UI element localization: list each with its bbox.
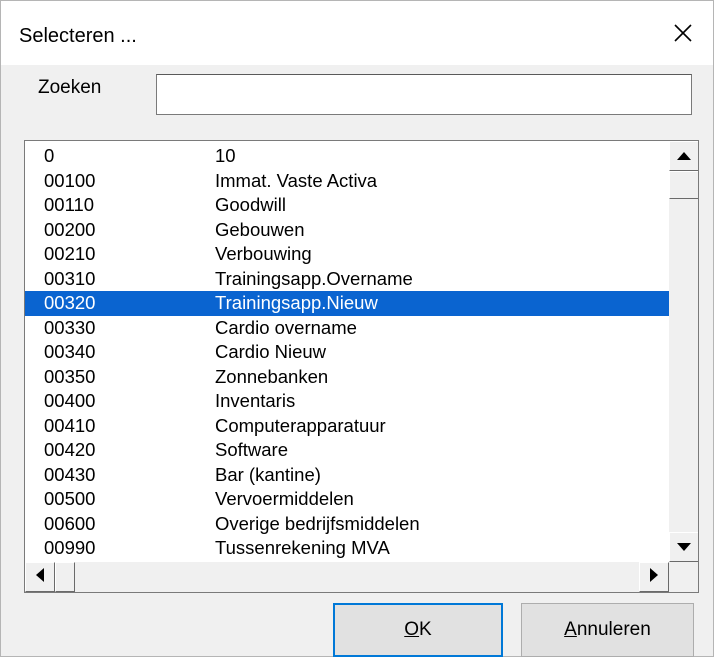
list-item[interactable]: 00350 Zonnebanken (25, 365, 669, 390)
list-item[interactable]: 00330 Cardio overname (25, 316, 669, 341)
arrow-down-icon (677, 538, 691, 556)
account-code: 00350 (44, 365, 96, 387)
list-item[interactable]: 00340 Cardio Nieuw (25, 340, 669, 365)
cancel-button[interactable]: Annuleren (521, 603, 694, 657)
close-icon (674, 24, 692, 42)
account-code: 00110 (44, 194, 95, 215)
account-code: 00990 (44, 537, 96, 558)
list-item[interactable]: 00990 Tussenrekening MVA (25, 536, 669, 561)
list-item[interactable]: 00310 Trainingsapp.Overname (25, 267, 669, 292)
ok-label: K (419, 619, 432, 640)
account-code: 00430 (44, 463, 96, 485)
scroll-up-button[interactable] (669, 141, 698, 171)
account-description: 10 (215, 145, 236, 166)
account-description: Overige bedrijfsmiddelen (215, 512, 420, 534)
scrollbar-corner (669, 562, 698, 592)
account-code: 00600 (44, 512, 96, 534)
vertical-scroll-thumb[interactable] (669, 171, 698, 199)
scroll-right-button[interactable] (639, 562, 669, 592)
horizontal-scroll-thumb[interactable] (55, 562, 75, 592)
cancel-accelerator: A (564, 619, 577, 640)
account-code: 00410 (44, 414, 96, 436)
ok-button[interactable]: OK (333, 603, 503, 657)
list-item[interactable]: 00500 Vervoermiddelen (25, 487, 669, 512)
account-code: 00200 (44, 218, 96, 240)
account-code: 00500 (44, 488, 96, 509)
list-item[interactable]: 00400 Inventaris (25, 389, 669, 414)
list-item[interactable]: 00200 Gebouwen (25, 218, 669, 243)
close-button[interactable] (653, 1, 713, 65)
list-item[interactable]: 00430 Bar (kantine) (25, 463, 669, 488)
ok-accelerator: O (404, 619, 420, 640)
account-description: Tussenrekening MVA (215, 537, 390, 558)
account-description: Verbouwing (215, 243, 312, 264)
account-code: 00330 (44, 316, 96, 338)
account-code: 00400 (44, 390, 96, 411)
account-code: 00320 (44, 292, 96, 313)
dialog-title: Selecteren ... (19, 25, 137, 47)
vertical-scrollbar[interactable] (669, 141, 698, 562)
scroll-left-button[interactable] (25, 562, 55, 592)
list-rows: 0 10 00100 Immat. Vaste Activa 00110 Goodwill… (25, 144, 669, 561)
title-bar: Selecteren ... (1, 1, 713, 65)
select-dialog: Selecteren ... Zoeken 0 10 00100 Immat. Vas… (0, 0, 714, 657)
account-description: Gebouwen (215, 218, 305, 240)
list-item[interactable]: 00100 Immat. Vaste Activa (25, 169, 669, 194)
account-description: Bar (kantine) (215, 463, 321, 485)
list-item[interactable]: 00320 Trainingsapp.Nieuw (25, 291, 669, 316)
account-code: 00310 (44, 267, 96, 289)
list-item[interactable]: 00600 Overige bedrijfsmiddelen (25, 512, 669, 537)
list-item[interactable]: 00110 Goodwill (25, 193, 669, 218)
account-description: Vervoermiddelen (215, 488, 354, 509)
account-code: 00340 (44, 341, 96, 362)
account-description: Cardio overname (215, 316, 357, 338)
search-input[interactable] (156, 74, 692, 115)
list-item[interactable]: 0 10 (25, 144, 669, 169)
scroll-down-button[interactable] (669, 532, 698, 562)
list-item[interactable]: 00420 Software (25, 438, 669, 463)
account-description: Trainingsapp.Overname (215, 267, 413, 289)
account-description: Computerapparatuur (215, 414, 386, 436)
account-description: Cardio Nieuw (215, 341, 327, 362)
account-description: Zonnebanken (215, 365, 329, 387)
horizontal-scrollbar[interactable] (25, 562, 669, 592)
account-description: Goodwill (215, 194, 286, 215)
arrow-up-icon (677, 147, 691, 165)
account-description: Inventaris (215, 390, 296, 411)
arrow-left-icon (36, 567, 44, 587)
account-code: 00100 (44, 169, 96, 191)
cancel-label: nnuleren (576, 619, 651, 640)
account-description: Software (215, 439, 289, 460)
account-code: 00210 (44, 243, 96, 264)
account-description: Immat. Vaste Activa (215, 169, 378, 191)
account-description: Trainingsapp.Nieuw (215, 292, 378, 313)
account-code: 0 (44, 145, 55, 166)
search-label: Zoeken (38, 77, 102, 98)
account-listbox[interactable]: 0 10 00100 Immat. Vaste Activa 00110 Goodwill… (24, 140, 699, 593)
list-item[interactable]: 00210 Verbouwing (25, 242, 669, 267)
account-code: 00420 (44, 439, 96, 460)
arrow-right-icon (650, 567, 658, 587)
list-item[interactable]: 00410 Computerapparatuur (25, 414, 669, 439)
